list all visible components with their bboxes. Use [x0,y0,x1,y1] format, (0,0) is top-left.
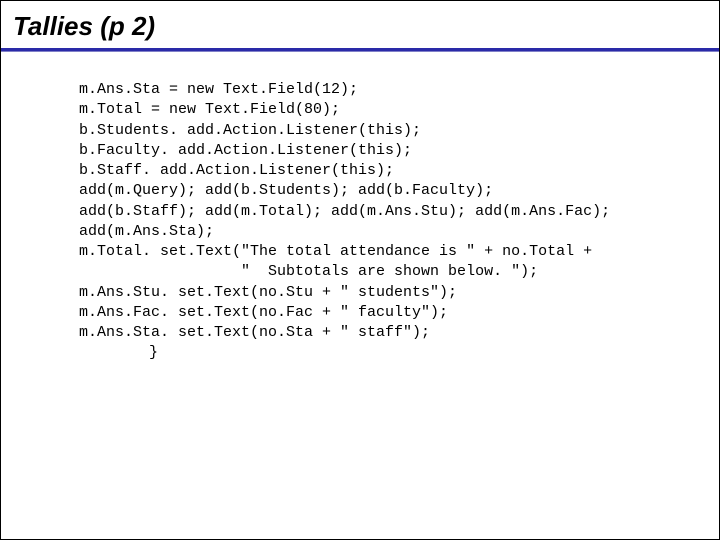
code-block: m.Ans.Sta = new Text.Field(12); m.Total … [1,52,719,364]
code-line: m.Ans.Fac. set.Text(no.Fac + " faculty")… [79,304,448,321]
code-line: " Subtotals are shown below. "); [79,263,538,280]
code-line: add(b.Staff); add(m.Total); add(m.Ans.St… [79,203,610,220]
code-line: b.Faculty. add.Action.Listener(this); [79,142,412,159]
code-line: m.Ans.Stu. set.Text(no.Stu + " students"… [79,284,457,301]
page-title: Tallies (p 2) [1,1,719,48]
code-line: add(m.Query); add(b.Students); add(b.Fac… [79,182,493,199]
code-line: add(m.Ans.Sta); [79,223,214,240]
code-line: b.Students. add.Action.Listener(this); [79,122,421,139]
code-line: m.Total = new Text.Field(80); [79,101,340,118]
code-line: m.Ans.Sta = new Text.Field(12); [79,81,358,98]
slide: Tallies (p 2) m.Ans.Sta = new Text.Field… [0,0,720,540]
code-line: m.Total. set.Text("The total attendance … [79,243,592,260]
code-line: b.Staff. add.Action.Listener(this); [79,162,394,179]
code-line: m.Ans.Sta. set.Text(no.Sta + " staff"); [79,324,430,341]
code-closing-brace: } [79,344,158,361]
